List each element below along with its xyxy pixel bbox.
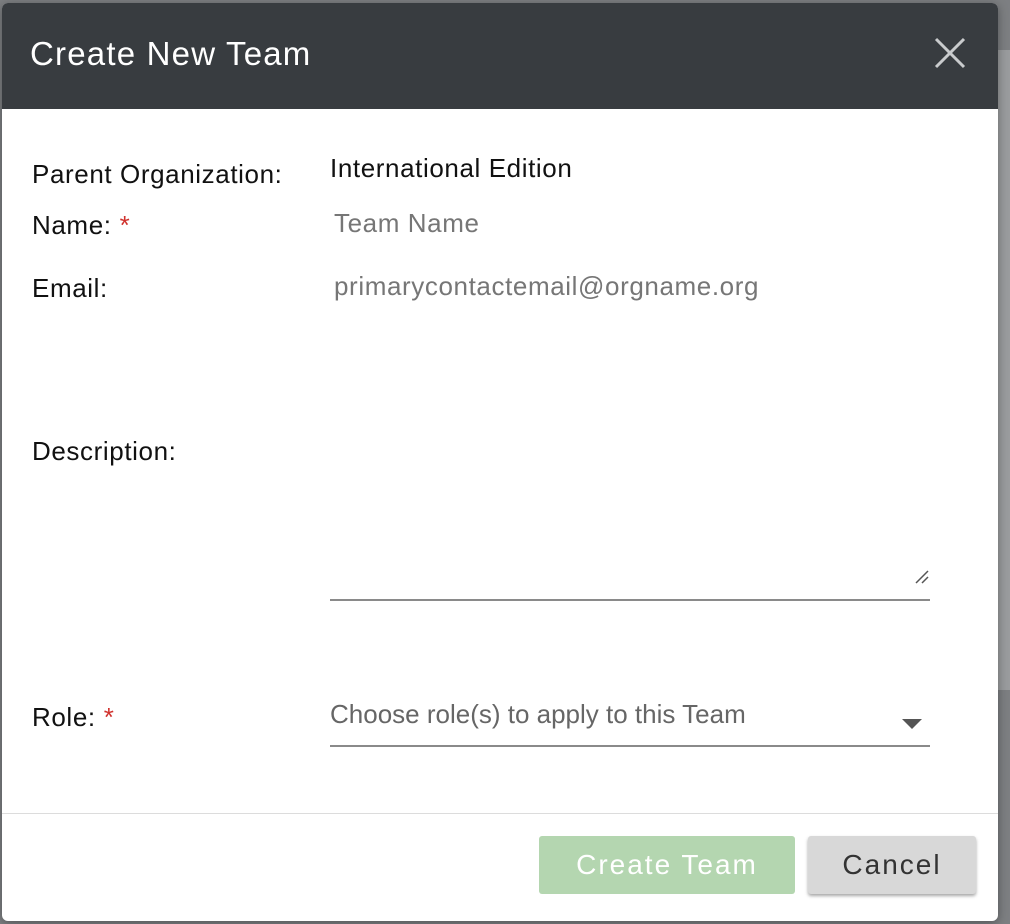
close-icon [934,37,966,69]
name-label-text: Name: [32,210,112,240]
create-team-dialog: Create New Team Parent Organization: Int… [2,3,998,921]
email-label: Email: [32,273,108,303]
description-label: Description: [32,436,177,466]
caret-down-icon [902,719,922,729]
parent-organization-value: International Edition [330,153,573,183]
background-page-edge [996,50,1010,690]
role-label-text: Role: [32,702,96,732]
resize-handle-icon[interactable] [912,567,930,585]
description-textarea[interactable] [330,321,930,601]
footer-divider [2,813,998,814]
role-select[interactable]: Choose role(s) to apply to this Team [330,693,930,747]
email-input[interactable] [334,266,930,306]
team-name-input[interactable] [334,203,930,243]
name-required-marker: * [119,210,131,240]
role-label: Role: * [32,702,114,733]
dialog-title: Create New Team [30,35,312,72]
cancel-button[interactable]: Cancel [808,836,976,894]
parent-organization-label: Parent Organization: [32,159,283,189]
role-required-marker: * [103,702,115,732]
name-label: Name: * [32,210,130,241]
close-button[interactable] [930,33,970,73]
role-select-placeholder: Choose role(s) to apply to this Team [330,699,746,729]
dialog-header: Create New Team [2,3,998,109]
create-team-button[interactable]: Create Team [539,836,795,894]
